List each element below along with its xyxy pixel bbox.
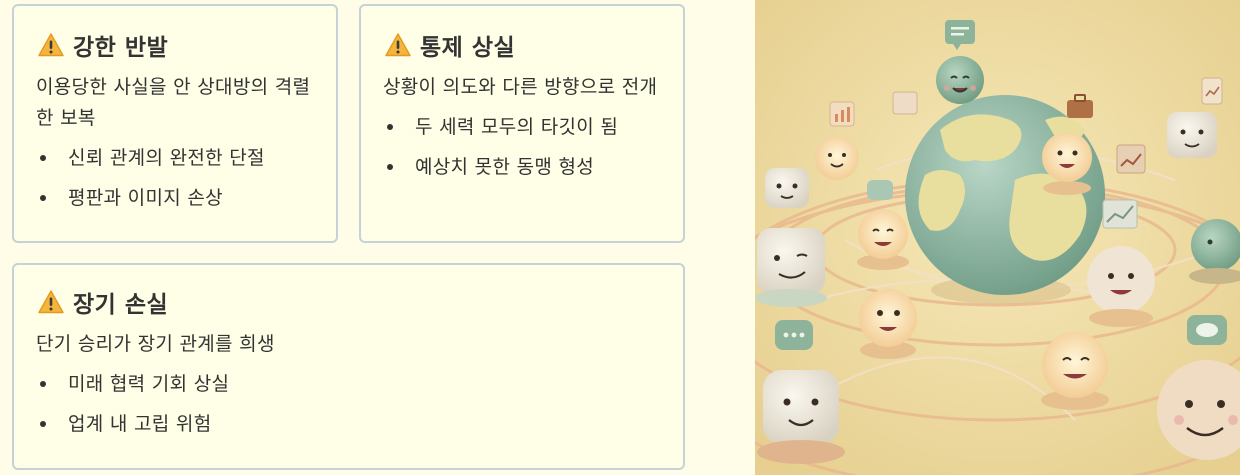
character-glowing: [1087, 246, 1155, 327]
bullet-dot: [40, 421, 46, 427]
card-title-text: 통제 상실: [420, 35, 516, 61]
list-item-text: 업계 내 고립 위험: [68, 413, 212, 435]
warning-icon: [38, 33, 64, 57]
list-item: 평판과 이미지 손상: [36, 178, 314, 218]
list-item: 업계 내 고립 위험: [36, 404, 661, 444]
list-item-text: 신뢰 관계의 완전한 단절: [68, 147, 265, 169]
bullet-dot: [40, 155, 46, 161]
card-title: 강한 반발: [38, 28, 314, 62]
risk-card-strong-backlash: 강한 반발 이용당한 사실을 안 상대방의 격렬한 보복 신뢰 관계의 완전한 …: [12, 4, 338, 243]
card-bullet-list: 미래 협력 기회 상실 업계 내 고립 위험: [36, 364, 661, 444]
chart-board-icon: [1201, 77, 1223, 105]
risk-card-loss-of-control: 통제 상실 상황이 의도와 다른 방향으로 전개 두 세력 모두의 타깃이 됨 …: [359, 4, 685, 243]
character-glowing: [815, 136, 859, 180]
list-item-text: 예상치 못한 동맹 형성: [415, 156, 595, 178]
card-title-text: 강한 반발: [73, 35, 169, 61]
character-glowing: [857, 209, 909, 270]
character-glowing: [1041, 332, 1109, 410]
illustration-svg: [755, 0, 1240, 475]
chat-bubble-icon: [1187, 315, 1227, 345]
character-cube: [755, 228, 827, 307]
list-item-text: 평판과 이미지 손상: [68, 187, 223, 209]
network-globe-illustration: [755, 0, 1240, 475]
list-item: 두 세력 모두의 타깃이 됨: [383, 107, 661, 147]
bullet-dot: [40, 195, 46, 201]
card-description: 이용당한 사실을 안 상대방의 격렬한 보복: [36, 76, 311, 129]
character-glowing: [859, 289, 917, 359]
card-title-text: 장기 손실: [73, 292, 169, 318]
list-item: 예상치 못한 동맹 형성: [383, 147, 661, 187]
card-description: 단기 승리가 장기 관계를 희생: [36, 333, 275, 355]
bullet-dot: [387, 164, 393, 170]
warning-icon: [385, 33, 411, 57]
list-item: 신뢰 관계의 완전한 단절: [36, 138, 314, 178]
character-glowing: [1042, 132, 1092, 195]
character-green-top: [936, 56, 984, 104]
list-item-text: 미래 협력 기회 상실: [68, 373, 230, 395]
character-cube: [765, 168, 809, 208]
risk-card-long-term-loss: 장기 손실 단기 승리가 장기 관계를 희생 미래 협력 기회 상실 업계 내 …: [12, 263, 685, 470]
character-cube: [757, 370, 845, 464]
bullet-dot: [40, 381, 46, 387]
chart-board-icon: [829, 101, 855, 127]
card-description: 상황이 의도와 다른 방향으로 전개: [383, 76, 658, 98]
card-title: 통제 상실: [385, 28, 661, 62]
list-item: 미래 협력 기회 상실: [36, 364, 661, 404]
chart-board-icon: [1116, 144, 1146, 174]
risk-cards-panel: 강한 반발 이용당한 사실을 안 상대방의 격렬한 보복 신뢰 관계의 완전한 …: [0, 0, 755, 475]
chart-board-icon: [1102, 199, 1138, 229]
warning-icon: [38, 290, 64, 314]
card-bullet-list: 두 세력 모두의 타깃이 됨 예상치 못한 동맹 형성: [383, 107, 661, 187]
card-bullet-list: 신뢰 관계의 완전한 단절 평판과 이미지 손상: [36, 138, 314, 218]
chat-bubble-icon: [775, 320, 813, 350]
bullet-dot: [387, 124, 393, 130]
chart-board-icon: [892, 91, 918, 115]
list-item-text: 두 세력 모두의 타깃이 됨: [415, 116, 619, 138]
character-cube: [1167, 112, 1217, 158]
card-title: 장기 손실: [38, 285, 661, 319]
chat-bubble-icon: [867, 180, 893, 200]
